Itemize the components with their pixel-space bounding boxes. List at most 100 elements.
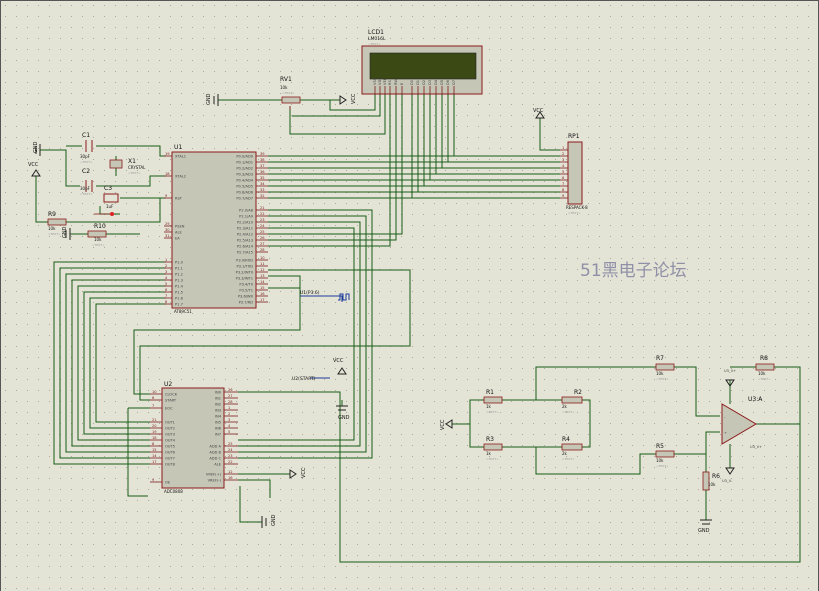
u2-pin-number: 18 (152, 436, 157, 440)
u1-pin-name: P1.7 (175, 303, 183, 307)
u1-pin-number: 18 (165, 172, 170, 176)
u1-pin-number: 27 (260, 242, 265, 246)
r7-ref: R7 (656, 355, 664, 362)
gnd-label-adc: GND (338, 415, 350, 421)
rp1-ref: RP1 (568, 133, 580, 140)
u1-pin-number: 23 (260, 218, 265, 222)
u1-part: AT89C51 (174, 309, 192, 314)
u1-pin-name: P1.1 (175, 267, 183, 271)
u1-pin-name: P0.3/AD3 (236, 173, 253, 177)
u1-pin-number: 3 (165, 270, 167, 274)
r5-ref: R5 (656, 443, 664, 450)
u2-pin-name: OUT7 (165, 457, 175, 461)
resistor-r1[interactable] (483, 396, 503, 404)
u2-pin-number: 7 (152, 404, 154, 408)
resistor-r4[interactable] (561, 443, 583, 451)
c3-ref: C3 (104, 185, 112, 192)
reset-button-dot[interactable] (110, 212, 114, 216)
r4-hint: <TEXT> (562, 457, 575, 461)
u2-pin-number: 26 (228, 388, 233, 392)
resistor-r3[interactable] (483, 443, 503, 451)
resistor-r6[interactable] (702, 471, 710, 491)
u1-pin-name: P2.4/A12 (237, 233, 253, 237)
r9-ref: R9 (48, 211, 56, 218)
resistor-pack-rp1[interactable]: 123456789 (560, 141, 583, 205)
mcu-u1[interactable]: 19XTAL118XTAL29RST29PSEN30ALE31EA1P1.02P… (164, 151, 268, 309)
rp1-pin-number: 2 (562, 152, 564, 156)
u1-pin-name: P2.1/A9 (239, 215, 254, 219)
c1-value: 30pF (80, 154, 91, 159)
c2-hint: <TEXT> (80, 192, 93, 196)
u1-pin-name: P3.0/RXD (236, 259, 253, 263)
gnd-label-crystal: GND (33, 141, 39, 153)
u2-pin-name: IN3 (215, 409, 221, 413)
u1-pin-name: P1.3 (175, 279, 183, 283)
rp1-pin-number: 7 (562, 182, 564, 186)
u1-pin-name: P2.3/A11 (237, 227, 253, 231)
resistor-r9[interactable] (47, 218, 67, 226)
x1-value: CRYSTAL (128, 165, 146, 170)
u2-pin-name: ADD C (209, 457, 221, 461)
u2-pin-name: CLOCK (165, 393, 178, 397)
u1-pin-number: 26 (260, 236, 265, 240)
u2-pin-name: EOC (165, 407, 173, 411)
lcd-screen (369, 52, 477, 80)
u1-pin-name: P0.5/AD5 (236, 185, 253, 189)
r4-value: 2k (562, 451, 568, 456)
r8-value: 10k (758, 371, 766, 376)
u1-pin-name: P2.6/A14 (237, 245, 254, 249)
u2-pin-number: 3 (228, 418, 230, 422)
u2-part: ADC0808 (164, 489, 183, 494)
resistor-r7[interactable] (655, 363, 675, 371)
u1-pin-name: XTAL2 (175, 175, 186, 179)
u1-pin-number: 39 (260, 152, 265, 156)
gnd-label-rv1: GND (206, 93, 212, 105)
vcc-label-bridge: VCC (440, 419, 446, 430)
u1-pin-name: P0.6/AD6 (236, 191, 253, 195)
u2-pin-number: 17 (152, 460, 157, 464)
u1-pin-name: P0.0/AD0 (236, 155, 253, 159)
gnd-label-opamp: GND (698, 528, 710, 534)
u1-pin-name: P1.0 (175, 261, 184, 265)
crystal-x1[interactable] (109, 159, 123, 169)
c2-ref: C2 (82, 168, 90, 175)
u2-pin-name: OUT2 (165, 427, 175, 431)
u1-pin-number: 31 (165, 234, 170, 238)
resistor-r8[interactable] (755, 363, 775, 371)
u1-pin-number: 19 (165, 152, 170, 156)
r5-value: 10k (656, 458, 664, 463)
u1-pin-number: 33 (260, 188, 265, 192)
u2-pin-number: 27 (228, 394, 233, 398)
u2-pin-number: 22 (228, 460, 233, 464)
lcd-display[interactable]: VSS VDD VEE RS RW E D0 D1 D2 D3 D4 D5 D6 D7 (361, 45, 483, 95)
u2-pin-number: 2 (228, 412, 230, 416)
u2-pin-number: 28 (228, 400, 233, 404)
resistor-r2[interactable] (561, 396, 583, 404)
u2-pin-name: IN5 (215, 421, 221, 425)
u1-pin-name: RST (175, 197, 183, 201)
u2-pin-name: OUT3 (165, 433, 175, 437)
lcd-pin-name: D7 (452, 80, 456, 85)
u1-pin-number: 36 (260, 170, 265, 174)
schematic-canvas[interactable]: VSS VDD VEE RS RW E D0 D1 D2 D3 D4 D5 D6 D7 LCD1 LM01… (0, 0, 819, 591)
gnd-label-vref: GND (271, 514, 277, 526)
u1-pin-name: P1.6 (175, 297, 184, 301)
vcc-label-probe: VCC (333, 358, 344, 364)
u2-pin-name: IN6 (215, 427, 222, 431)
x1-hint: <TEXT> (128, 171, 141, 175)
u2-pin-number: 1 (228, 406, 230, 410)
u1-pin-number: 17 (260, 298, 265, 302)
rp1-pin-number: 3 (562, 158, 564, 162)
c1-ref: C1 (82, 132, 90, 139)
resistor-r5[interactable] (655, 450, 675, 458)
c3-value: 1uF (106, 204, 114, 209)
u2-pin-number: 23 (228, 454, 233, 458)
u1-pin-name: P3.7/RD (239, 301, 254, 305)
lcd-pin-name: D4 (434, 79, 438, 85)
u2-pin-name: VREF(+) (206, 473, 222, 477)
r10-ref: R10 (94, 223, 106, 230)
lcd-pin-name: D3 (428, 80, 432, 85)
gnd-label-r10: GND (62, 226, 68, 238)
u2-pin-number: 21 (152, 418, 157, 422)
u1-pin-number: 22 (260, 212, 265, 216)
